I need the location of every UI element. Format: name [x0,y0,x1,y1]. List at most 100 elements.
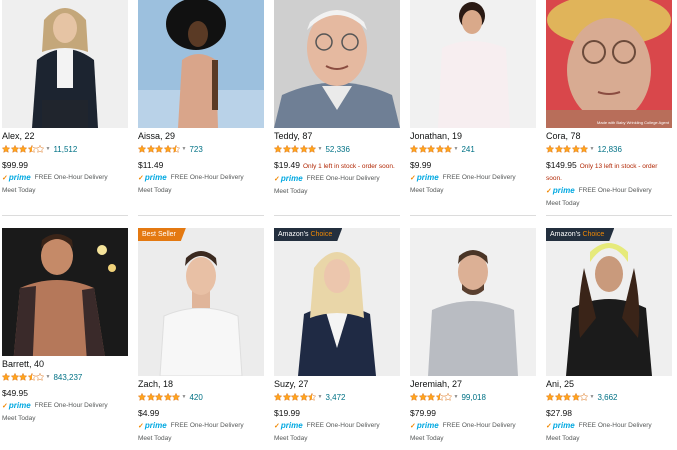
chevron-down-icon[interactable]: ▼ [182,146,187,152]
product-name-link[interactable]: Suzy, 27 [274,379,400,390]
star-icon [427,393,435,401]
product-card-cora[interactable]: Made with Baby Wrinkling College Agent C… [546,0,672,207]
amazons-choice-badge: Amazon's Choice [274,228,342,241]
product-name-link[interactable]: Alex, 22 [2,131,128,142]
row-divider [138,215,264,216]
meet-text: Meet Today [410,435,444,442]
prime-check-icon: ✓ [274,422,280,430]
review-count-link[interactable]: 843,237 [53,373,82,382]
star-rating[interactable]: ▼ 843,237 [2,372,128,382]
price-row: $99.99 [2,160,128,171]
review-count-link[interactable]: 52,336 [325,145,349,154]
prime-logo: prime [8,173,31,182]
star-icon [435,393,444,401]
meet-text: Meet Today [138,187,172,194]
star-rating[interactable]: ▼ 241 [410,144,536,154]
chevron-down-icon[interactable]: ▼ [318,394,323,400]
stars-icon [546,393,589,401]
product-card-jeremiah[interactable]: Jeremiah, 27 ▼ 99,018 $79.99 ✓ prime FRE… [410,228,536,442]
product-name-link[interactable]: Barrett, 40 [2,359,128,370]
product-name-link[interactable]: Cora, 78 [546,131,672,142]
meet-text: Meet Today [274,188,308,195]
chevron-down-icon[interactable]: ▼ [590,146,595,152]
prime-check-icon: ✓ [410,422,416,430]
review-count-link[interactable]: 3,472 [325,393,345,402]
star-icon [554,393,563,401]
prime-check-icon: ✓ [2,402,8,410]
prime-row: ✓ prime FREE One-Hour Delivery [274,421,400,430]
product-photo[interactable] [410,228,536,376]
product-card-zach[interactable]: Best Seller Zach, 18 ▼ 420 $4.99 ✓ prime… [138,228,264,442]
product-grid: Alex, 22 ▼ 11,512 $99.99 ✓ prime FREE On… [0,0,677,450]
review-count-link[interactable]: 99,018 [461,393,485,402]
star-rating[interactable]: ▼ 12,836 [546,144,672,154]
row-divider [274,215,400,216]
price: $4.99 [138,408,160,418]
star-icon [138,393,146,401]
price-row: $4.99 [138,408,264,419]
star-rating[interactable]: ▼ 11,512 [2,144,128,154]
product-name-link[interactable]: Zach, 18 [138,379,264,390]
star-icon [563,145,571,153]
badge-text: Amazon's [278,231,311,238]
product-card-ani[interactable]: Amazon's Choice Ani, 25 ▼ 3,662 $27.98 ✓… [546,228,672,442]
star-rating[interactable]: ▼ 3,662 [546,392,672,402]
price: $79.99 [410,408,436,418]
product-card-barrett[interactable]: Barrett, 40 ▼ 843,237 $49.95 ✓ prime FRE… [2,228,128,422]
product-photo[interactable] [138,0,264,128]
product-photo[interactable]: Amazon's Choice [274,228,400,376]
product-photo[interactable] [274,0,400,128]
star-icon [554,145,563,153]
chevron-down-icon[interactable]: ▼ [590,394,595,400]
product-photo[interactable]: Amazon's Choice [546,228,672,376]
star-rating[interactable]: ▼ 723 [138,144,264,154]
product-photo[interactable]: Made with Baby Wrinkling College Agent [546,0,672,128]
chevron-down-icon[interactable]: ▼ [454,146,459,152]
chevron-down-icon[interactable]: ▼ [182,394,187,400]
star-rating[interactable]: ▼ 3,472 [274,392,400,402]
product-card-alex[interactable]: Alex, 22 ▼ 11,512 $99.99 ✓ prime FREE On… [2,0,128,194]
product-name-link[interactable]: Ani, 25 [546,379,672,390]
delivery-text: FREE One-Hour Delivery [34,174,108,181]
review-count-link[interactable]: 420 [189,393,202,402]
star-icon [172,145,180,153]
product-name-link[interactable]: Jonathan, 19 [410,131,536,142]
review-count-link[interactable]: 723 [189,145,202,154]
price: $99.99 [2,160,28,170]
product-name-link[interactable]: Jeremiah, 27 [410,379,536,390]
review-count-link[interactable]: 12,836 [597,145,621,154]
meet-text: Meet Today [2,187,36,194]
prime-row: ✓ prime FREE One-Hour Delivery [2,401,128,410]
chevron-down-icon[interactable]: ▼ [46,146,51,152]
star-icon [563,393,571,401]
star-icon [580,145,588,153]
product-photo[interactable]: Best Seller [138,228,264,376]
row-divider [2,215,128,216]
delivery-text: FREE One-Hour Delivery [34,402,108,409]
delivery-text: FREE One-Hour Delivery [306,175,380,182]
product-photo[interactable] [2,228,128,356]
delivery-text: FREE One-Hour Delivery [442,174,516,181]
star-icon [308,145,316,153]
product-card-teddy[interactable]: Teddy, 87 ▼ 52,336 $19.49 Only 1 left in … [274,0,400,195]
chevron-down-icon[interactable]: ▼ [318,146,323,152]
review-count-link[interactable]: 241 [461,145,474,154]
product-photo[interactable] [410,0,536,128]
star-icon [299,393,308,401]
chevron-down-icon[interactable]: ▼ [46,374,51,380]
prime-logo: prime [144,173,167,182]
price-row: $11.49 [138,160,264,171]
product-card-suzy[interactable]: Amazon's Choice Suzy, 27 ▼ 3,472 $19.99 … [274,228,400,442]
product-photo[interactable] [2,0,128,128]
review-count-link[interactable]: 3,662 [597,393,617,402]
product-card-jonathan[interactable]: Jonathan, 19 ▼ 241 $9.99 ✓ prime FREE On… [410,0,536,194]
star-rating[interactable]: ▼ 52,336 [274,144,400,154]
star-icon [282,393,291,401]
review-count-link[interactable]: 11,512 [53,145,77,154]
product-name-link[interactable]: Teddy, 87 [274,131,400,142]
star-rating[interactable]: ▼ 99,018 [410,392,536,402]
star-rating[interactable]: ▼ 420 [138,392,264,402]
chevron-down-icon[interactable]: ▼ [454,394,459,400]
product-name-link[interactable]: Aissa, 29 [138,131,264,142]
product-card-aissa[interactable]: Aissa, 29 ▼ 723 $11.49 ✓ prime FREE One-… [138,0,264,194]
